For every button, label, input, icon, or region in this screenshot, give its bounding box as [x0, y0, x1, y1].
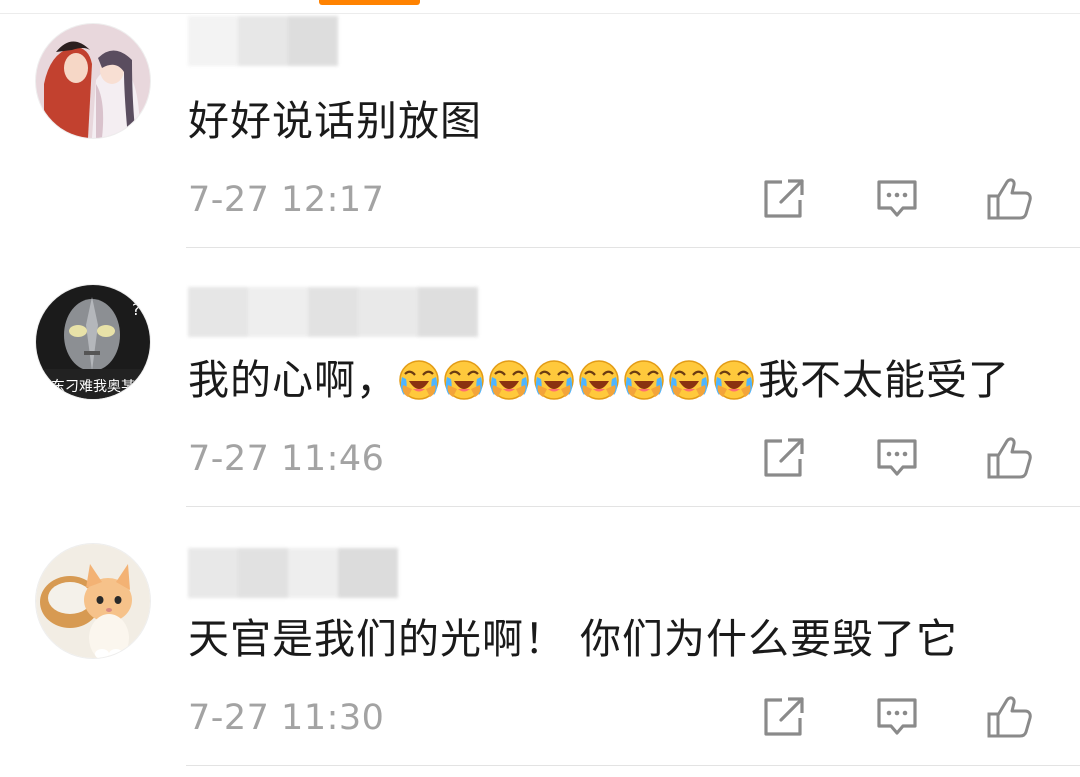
username-redacted: [188, 16, 338, 66]
comment-item: 东刁难我奥某 ? 我的心啊， 我不太能受了 7-27 11:46: [0, 259, 1080, 518]
comment-divider: [186, 247, 1080, 248]
share-button[interactable]: [760, 176, 808, 222]
comment-divider: [186, 506, 1080, 507]
reply-button[interactable]: [873, 176, 921, 222]
comment-icon: [873, 694, 921, 740]
crying-laughing-emoji: [713, 359, 755, 401]
reply-button[interactable]: [873, 435, 921, 481]
crying-laughing-emoji: [623, 359, 665, 401]
crying-laughing-emoji: [443, 359, 485, 401]
username-redacted: [188, 548, 398, 598]
crying-laughing-emoji: [578, 359, 620, 401]
kitten-avatar[interactable]: [36, 544, 150, 658]
crying-laughing-emoji: [488, 359, 530, 401]
comment-timestamp: 7-27 11:30: [188, 698, 385, 738]
like-button[interactable]: [985, 694, 1033, 740]
comment-text: 天官是我们的光啊！ 你们为什么要毁了它: [188, 615, 959, 663]
comment-icon: [873, 176, 921, 222]
comment-divider: [186, 765, 1080, 766]
share-icon: [760, 694, 808, 740]
comment-text: 好好说话别放图: [188, 97, 482, 145]
svg-text:东刁难我奥某: 东刁难我奥某: [51, 378, 135, 395]
comment-text-start: 我的心啊，: [188, 356, 398, 404]
username-redacted: [188, 287, 478, 337]
comment-timestamp: 7-27 12:17: [188, 180, 385, 220]
comment-icon: [873, 435, 921, 481]
thumbs-up-icon: [985, 176, 1033, 222]
reply-button[interactable]: [873, 694, 921, 740]
anime-couple-avatar[interactable]: [36, 24, 150, 138]
share-icon: [760, 176, 808, 222]
crying-laughing-emoji: [668, 359, 710, 401]
comment-text: 我的心啊， 我不太能受了: [188, 351, 1010, 409]
crying-laughing-emoji: [398, 359, 440, 401]
crying-laughing-emoji: [533, 359, 575, 401]
thumbs-up-icon: [985, 435, 1033, 481]
share-button[interactable]: [760, 694, 808, 740]
comment-item: 天官是我们的光啊！ 你们为什么要毁了它 7-27 11:30: [0, 518, 1080, 777]
share-button[interactable]: [760, 435, 808, 481]
comment-item: 好好说话别放图 7-27 12:17: [0, 0, 1080, 259]
ultraman-avatar[interactable]: 东刁难我奥某 ?: [36, 285, 150, 399]
comment-timestamp: 7-27 11:46: [188, 439, 385, 479]
like-button[interactable]: [985, 435, 1033, 481]
like-button[interactable]: [985, 176, 1033, 222]
emoji-row: [398, 356, 758, 404]
comment-list-page: 好好说话别放图 7-27 12:17 东刁难我奥某 ? 我的心啊， 我不太能受了…: [0, 0, 1080, 777]
share-icon: [760, 435, 808, 481]
svg-text:?: ?: [132, 300, 141, 319]
thumbs-up-icon: [985, 694, 1033, 740]
comment-text-end: 我不太能受了: [758, 356, 1010, 404]
